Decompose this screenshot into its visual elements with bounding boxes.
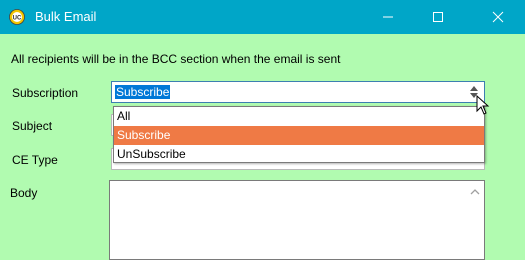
subscription-value[interactable]: Subscribe [115, 85, 171, 99]
window-title: Bulk Email [35, 9, 97, 24]
body-label: Body [10, 186, 38, 200]
maximize-button[interactable] [415, 0, 461, 34]
dropdown-option-unsubscribe[interactable]: UnSubscribe [114, 145, 484, 164]
subscription-dropdown-list[interactable]: All Subscribe UnSubscribe [113, 106, 485, 163]
svg-text:UC: UC [13, 16, 22, 22]
minimize-button[interactable] [365, 0, 411, 34]
maximize-icon [433, 12, 443, 22]
close-button[interactable] [475, 0, 521, 34]
subject-label: Subject [12, 119, 53, 133]
chevron-up-icon [470, 86, 478, 91]
title-bar: UC Bulk Email [0, 0, 525, 34]
subscription-label: Subscription [12, 86, 79, 100]
minimize-icon [383, 16, 393, 18]
ce-type-label: CE Type [12, 153, 58, 167]
scroll-up-arrow-icon[interactable] [466, 185, 484, 199]
mouse-cursor-icon [476, 95, 490, 115]
bcc-notice: All recipients will be in the BCC sectio… [11, 52, 341, 66]
subscription-combobox[interactable]: Subscribe [111, 81, 485, 103]
dropdown-option-subscribe[interactable]: Subscribe [114, 126, 484, 145]
body-scrollbar[interactable] [466, 181, 484, 259]
body-textarea[interactable] [109, 180, 485, 260]
dropdown-option-all[interactable]: All [114, 107, 484, 126]
close-icon [492, 11, 504, 23]
app-logo-icon[interactable]: UC [9, 9, 25, 25]
